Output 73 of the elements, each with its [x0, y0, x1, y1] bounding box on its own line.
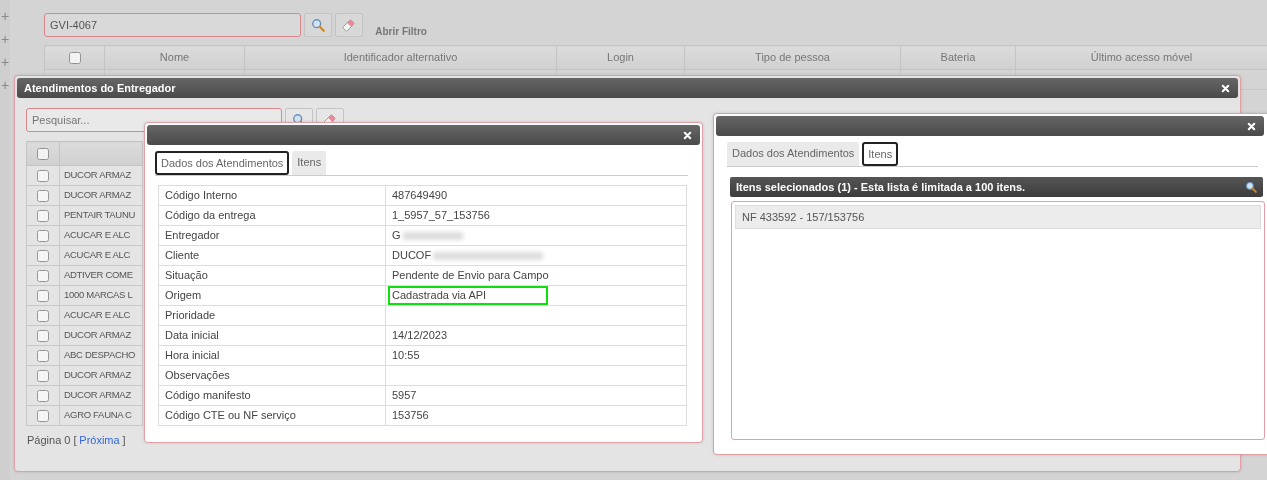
field-label: Código CTE ou NF serviço — [158, 405, 386, 426]
page-label: Página 0 [ — [27, 433, 77, 448]
list-title: Itens selecionados (1) - Esta lista é limitada a 100 itens. — [736, 179, 1026, 195]
field-value: Cadastrada via API — [388, 286, 549, 305]
filter-link[interactable]: Abrir Filtro — [375, 24, 427, 39]
list-item[interactable]: NF 433592 - 157/153756 — [735, 205, 1261, 229]
search-icon — [310, 18, 325, 32]
field-value: 10:55 — [392, 349, 420, 362]
checkbox[interactable] — [37, 370, 49, 383]
field-value: DUCOF — [392, 249, 432, 262]
next-link[interactable]: Próxima — [79, 432, 120, 449]
table-cell: 1000 MARCAS L — [59, 285, 143, 306]
checkbox[interactable] — [37, 230, 49, 243]
close-icon — [1220, 82, 1231, 94]
bracket-text: ] — [122, 433, 126, 448]
field-label: Data inicial — [158, 325, 386, 346]
search-field[interactable]: GVI-4067 — [44, 13, 301, 37]
column-header: Login — [556, 45, 685, 70]
checkbox[interactable] — [37, 170, 49, 183]
table-cell: DUCOR ARMAZ — [59, 165, 143, 186]
checkbox[interactable] — [37, 250, 49, 263]
checkbox[interactable] — [37, 350, 49, 363]
field-value: 5957 — [392, 389, 417, 402]
field-label: Observações — [158, 365, 386, 386]
table-cell: ABC DESPACHO — [59, 345, 143, 366]
table-cell: DUCOR ARMAZ — [59, 185, 143, 206]
close-icon — [682, 129, 693, 141]
field-label: Código manifesto — [158, 385, 386, 406]
table-cell: PENTAIR TAUNU — [59, 205, 143, 226]
checkbox[interactable] — [68, 52, 81, 65]
tab[interactable]: Dados dos Atendimentos — [727, 142, 860, 166]
field-label: Código Interno — [158, 185, 386, 206]
field-value: 1_5957_57_153756 — [392, 209, 490, 222]
search-icon — [1245, 181, 1257, 193]
table-cell: DUCOR ARMAZ — [59, 385, 143, 406]
table-cell: ACUCAR E ALC — [59, 305, 143, 326]
field-label: Situação — [158, 265, 386, 286]
table-cell: DUCOR ARMAZ — [59, 365, 143, 386]
table-cell: ADTIVER COME — [59, 265, 143, 286]
checkbox[interactable] — [37, 148, 49, 161]
column-header: Nome — [104, 45, 245, 70]
column-header: Bateria — [900, 45, 1016, 70]
column-header: Tipo de pessoa — [684, 45, 901, 70]
field-value: G — [392, 229, 401, 242]
field-label: Cliente — [158, 245, 386, 266]
field-value: Pendente de Envio para Campo — [392, 269, 549, 282]
field-value: 153756 — [392, 409, 429, 422]
checkbox[interactable] — [37, 270, 49, 283]
field-label: Prioridade — [158, 305, 386, 326]
field-label: Hora inicial — [158, 345, 386, 366]
field-value: 14/12/2023 — [392, 329, 448, 342]
column-header: Identificador alternativo — [244, 45, 557, 70]
field-value: 487649490 — [392, 189, 448, 202]
checkbox[interactable] — [37, 310, 49, 323]
table-cell: AGRO FAUNA C — [59, 405, 143, 426]
field-label: Origem — [158, 285, 386, 306]
tab[interactable]: Itens — [292, 151, 327, 175]
checkbox[interactable] — [37, 190, 49, 203]
checkbox[interactable] — [37, 290, 49, 303]
checkbox[interactable] — [37, 210, 49, 223]
checkbox[interactable] — [37, 330, 49, 343]
checkbox[interactable] — [37, 390, 49, 403]
field-label: Entregador — [158, 225, 386, 246]
checkbox[interactable] — [37, 410, 49, 423]
tab[interactable]: Dados dos Atendimentos — [155, 151, 290, 175]
table-cell: ACUCAR E ALC — [59, 245, 143, 266]
close-icon — [1246, 120, 1257, 132]
column-header: Último acesso móvel — [1015, 45, 1267, 70]
table-cell: ACUCAR E ALC — [59, 225, 143, 246]
table-cell: DUCOR ARMAZ — [59, 325, 143, 346]
field-label: Código da entrega — [158, 205, 386, 226]
tab[interactable]: Itens — [862, 142, 899, 166]
dialog-title: Atendimentos do Entregador — [24, 80, 176, 96]
